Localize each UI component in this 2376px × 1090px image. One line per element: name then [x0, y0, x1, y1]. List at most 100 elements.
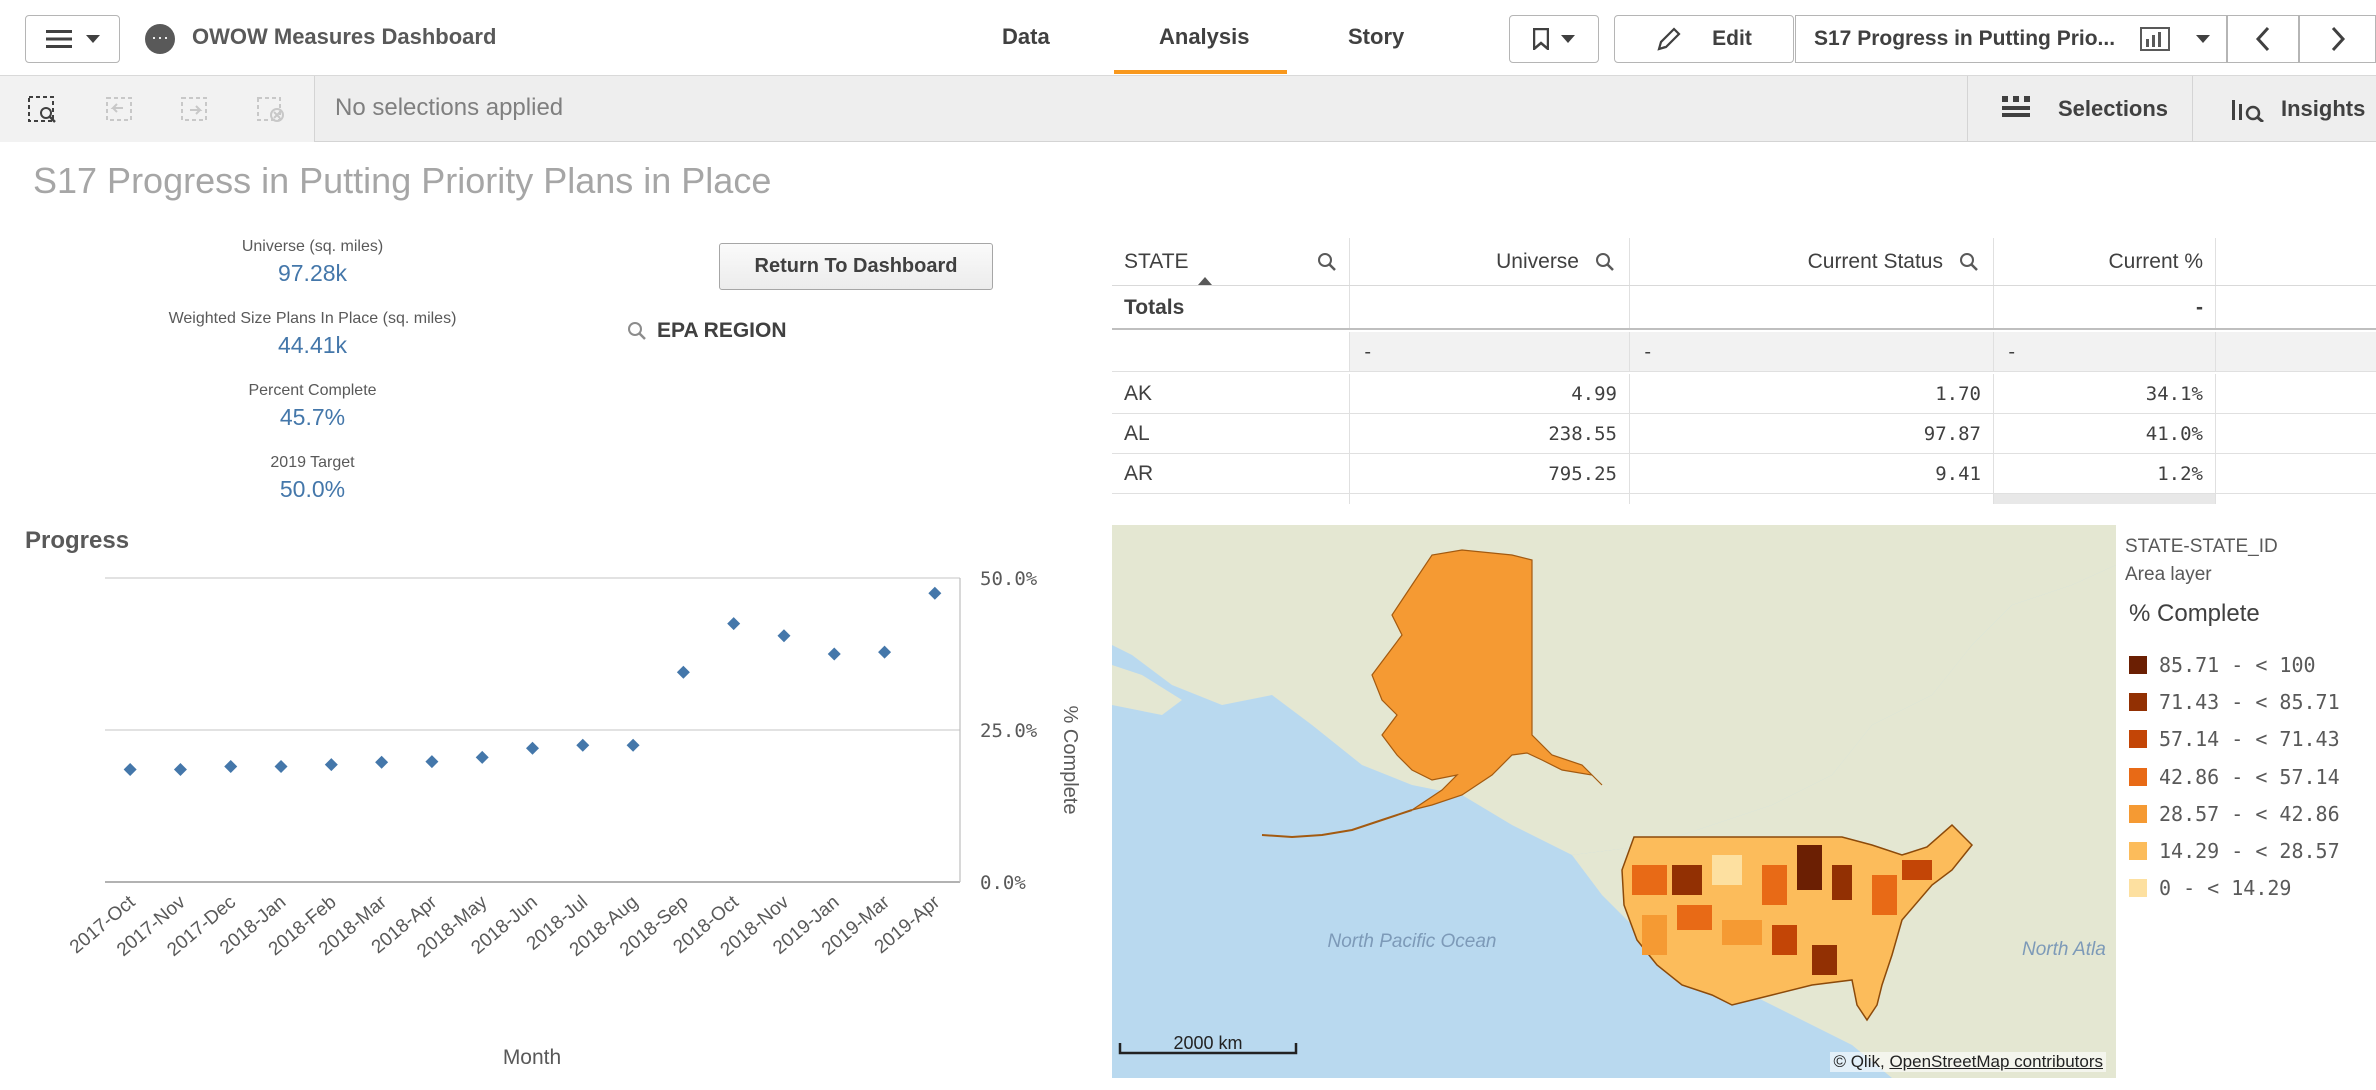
osm-attribution-link[interactable]: OpenStreetMap contributors — [1889, 1052, 2103, 1071]
smart-search-icon[interactable] — [28, 96, 60, 124]
map-state[interactable] — [1642, 915, 1667, 955]
table-cell: 1.70 — [1630, 374, 1994, 413]
progress-title: Progress — [25, 527, 130, 554]
column-header-state[interactable]: STATE — [1112, 238, 1350, 285]
sheet-selector[interactable]: S17 Progress in Putting Prio... — [1795, 15, 2227, 63]
us-states-map[interactable]: North Pacific Ocean North Atla 2000 km ©… — [1112, 525, 2116, 1078]
map-state[interactable] — [1632, 865, 1667, 895]
step-back-icon[interactable] — [105, 96, 137, 124]
data-point[interactable] — [173, 763, 187, 777]
caret-down-icon — [85, 35, 100, 43]
previous-sheet-button[interactable] — [2227, 15, 2299, 63]
clear-selections-icon[interactable] — [256, 96, 288, 124]
data-point[interactable] — [827, 647, 841, 661]
legend-swatch — [2129, 842, 2147, 861]
map-state[interactable] — [1762, 865, 1787, 905]
map-state[interactable] — [1872, 875, 1897, 915]
table-row[interactable]: AK 4.99 1.70 34.1% — [1112, 374, 2376, 414]
scale-label: 2000 km — [1173, 1033, 1242, 1053]
data-point[interactable] — [878, 645, 892, 659]
data-point[interactable] — [727, 617, 741, 631]
map-state[interactable] — [1797, 845, 1822, 890]
legend-swatch — [2129, 879, 2147, 898]
search-icon[interactable] — [1317, 252, 1337, 272]
data-point[interactable] — [576, 738, 590, 752]
kpi-value: 50.0% — [279, 476, 346, 502]
table-cell[interactable]: AK — [1112, 374, 1350, 413]
top-toolbar: ··· OWOW Measures Dashboard Data Analysi… — [0, 0, 2376, 76]
data-point[interactable] — [274, 759, 288, 773]
map-state[interactable] — [1772, 925, 1797, 955]
table-cell[interactable]: AS — [1112, 494, 1350, 504]
data-point[interactable] — [224, 759, 238, 773]
state-table: STATE Universe Current Status Current % … — [1112, 238, 2376, 504]
map-state[interactable] — [1812, 945, 1837, 975]
selections-button[interactable]: Selections — [1967, 76, 2192, 142]
y-tick-label: 0.0% — [980, 872, 1026, 894]
data-point[interactable] — [626, 738, 640, 752]
y-tick-label: 50.0% — [980, 568, 1038, 590]
table-cell — [1630, 286, 1994, 328]
table-cell: 41.0% — [1994, 414, 2216, 453]
table-cell[interactable]: AL — [1112, 414, 1350, 453]
data-point[interactable] — [526, 741, 539, 755]
data-point[interactable] — [375, 755, 389, 769]
data-point[interactable] — [123, 763, 137, 777]
table-cell: 34.1% — [1994, 374, 2216, 413]
data-point[interactable] — [324, 758, 338, 772]
search-icon — [628, 322, 646, 340]
chart-points — [123, 586, 942, 777]
insights-icon — [2232, 100, 2264, 122]
tab-analysis[interactable]: Analysis — [1159, 24, 1250, 50]
return-to-dashboard-button[interactable]: Return To Dashboard — [719, 243, 993, 290]
edit-label: Edit — [1712, 27, 1752, 50]
legend-items: 85.71 - < 100 71.43 - < 85.71 57.14 - < 71… — [2129, 646, 2376, 907]
data-point[interactable] — [928, 586, 942, 600]
active-tab-indicator — [1114, 70, 1287, 74]
selections-label: Selections — [2058, 96, 2169, 121]
legend-item: 14.29 - < 28.57 — [2129, 832, 2376, 869]
map-state[interactable] — [1902, 860, 1932, 880]
insights-button[interactable]: Insights — [2192, 76, 2376, 142]
progress-scatter-chart[interactable]: 50.0% 25.0% 0.0% 2017-Oct2017-Nov2017-Dec2… — [0, 560, 1100, 1085]
hamburger-menu-button[interactable] — [25, 15, 120, 63]
table-cell: 4.99 — [1350, 374, 1630, 413]
column-header-current-status[interactable]: Current Status — [1630, 238, 1994, 285]
next-sheet-button[interactable] — [2299, 15, 2376, 63]
map-state[interactable] — [1677, 905, 1712, 930]
legend-label: 28.57 - < 42.86 — [2159, 801, 2340, 826]
sheet-thumbnail-icon — [2140, 27, 2170, 51]
map-state[interactable] — [1672, 865, 1702, 895]
data-point[interactable] — [676, 665, 690, 679]
legend-item: 0 - < 14.29 — [2129, 870, 2376, 907]
legend-label: 14.29 - < 28.57 — [2159, 839, 2340, 864]
legend-swatch — [2129, 730, 2147, 749]
table-cell[interactable]: AR — [1112, 454, 1350, 493]
step-forward-icon[interactable] — [180, 96, 212, 124]
data-point[interactable] — [475, 750, 489, 764]
data-point[interactable] — [777, 629, 791, 643]
epa-region-filter-header[interactable]: EPA REGION — [627, 319, 787, 343]
table-row[interactable]: AS 0.00 — [1112, 494, 2376, 504]
table-row[interactable]: AL 238.55 97.87 41.0% — [1112, 414, 2376, 454]
map-state[interactable] — [1832, 865, 1852, 900]
search-icon[interactable] — [1959, 252, 1979, 272]
hamburger-icon — [45, 30, 72, 48]
kpi-universe: Universe (sq. miles) 97.28k — [150, 238, 475, 287]
map-canvas: North Pacific Ocean North Atla 2000 km — [1112, 525, 2116, 1078]
tab-story[interactable]: Story — [1348, 24, 1404, 50]
search-icon[interactable] — [1595, 252, 1615, 272]
data-point[interactable] — [425, 755, 439, 769]
column-header-current-pct[interactable]: Current % — [1994, 238, 2216, 285]
table-row[interactable]: AR 795.25 9.41 1.2% — [1112, 454, 2376, 494]
table-cell — [1112, 332, 1350, 371]
sort-ascending-icon — [1198, 277, 1212, 285]
kpi-label: Percent Complete — [248, 382, 377, 399]
map-state[interactable] — [1722, 920, 1762, 945]
map-state[interactable] — [1712, 855, 1742, 885]
legend-measure: % Complete — [2129, 600, 2260, 627]
column-header-universe[interactable]: Universe — [1350, 238, 1630, 285]
edit-button[interactable]: Edit — [1614, 15, 1794, 63]
bookmark-button[interactable] — [1509, 15, 1599, 63]
tab-data[interactable]: Data — [1002, 24, 1050, 50]
